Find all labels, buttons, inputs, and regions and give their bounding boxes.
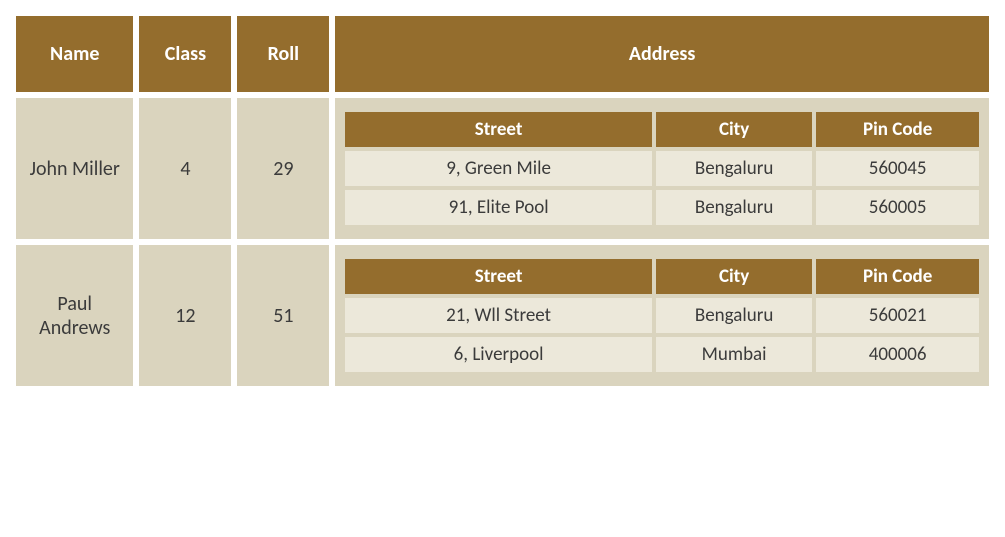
address-city: Mumbai (656, 337, 812, 372)
address-header-city: City (656, 112, 812, 147)
cell-name: Paul Andrews (16, 245, 133, 386)
address-table: Street City Pin Code 21, Wll Street Beng… (341, 255, 983, 376)
address-pin: 400006 (816, 337, 979, 372)
address-header-street: Street (345, 259, 652, 294)
cell-roll: 29 (237, 98, 329, 239)
header-row: Name Class Roll Address (16, 16, 989, 92)
address-city: Bengaluru (656, 151, 812, 186)
address-row: 6, Liverpool Mumbai 400006 (345, 337, 979, 372)
cell-name: John Miller (16, 98, 133, 239)
cell-address: Street City Pin Code 9, Green Mile Benga… (335, 98, 989, 239)
header-class: Class (139, 16, 231, 92)
header-roll: Roll (237, 16, 329, 92)
table-row: Paul Andrews 12 51 Street City Pin Code … (16, 245, 989, 386)
cell-address: Street City Pin Code 21, Wll Street Beng… (335, 245, 989, 386)
address-header-street: Street (345, 112, 652, 147)
address-header-row: Street City Pin Code (345, 259, 979, 294)
header-address: Address (335, 16, 989, 92)
address-header-city: City (656, 259, 812, 294)
address-header-pin: Pin Code (816, 112, 979, 147)
address-row: 21, Wll Street Bengaluru 560021 (345, 298, 979, 333)
address-street: 6, Liverpool (345, 337, 652, 372)
address-header-row: Street City Pin Code (345, 112, 979, 147)
table-row: John Miller 4 29 Street City Pin Code 9,… (16, 98, 989, 239)
address-row: 9, Green Mile Bengaluru 560045 (345, 151, 979, 186)
address-pin: 560005 (816, 190, 979, 225)
address-street: 21, Wll Street (345, 298, 652, 333)
cell-class: 4 (139, 98, 231, 239)
cell-roll: 51 (237, 245, 329, 386)
address-header-pin: Pin Code (816, 259, 979, 294)
cell-class: 12 (139, 245, 231, 386)
address-pin: 560021 (816, 298, 979, 333)
student-table: Name Class Roll Address John Miller 4 29… (10, 10, 995, 392)
header-name: Name (16, 16, 133, 92)
address-table: Street City Pin Code 9, Green Mile Benga… (341, 108, 983, 229)
address-street: 9, Green Mile (345, 151, 652, 186)
address-city: Bengaluru (656, 190, 812, 225)
address-city: Bengaluru (656, 298, 812, 333)
address-pin: 560045 (816, 151, 979, 186)
address-row: 91, Elite Pool Bengaluru 560005 (345, 190, 979, 225)
address-street: 91, Elite Pool (345, 190, 652, 225)
